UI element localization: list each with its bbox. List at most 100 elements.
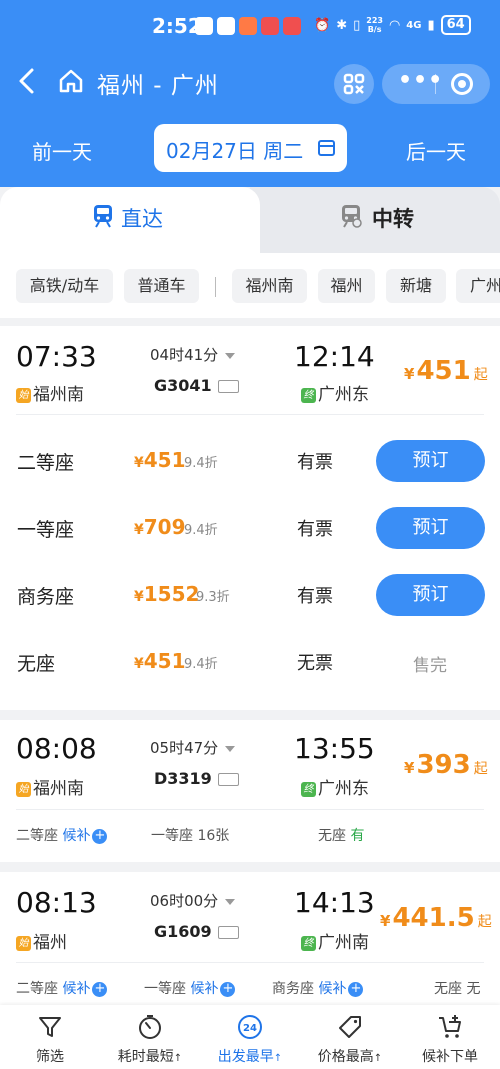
departure-station: 始福州南 bbox=[16, 380, 84, 405]
scan-icon bbox=[343, 73, 365, 95]
network-speed: 223 B/s bbox=[366, 16, 383, 34]
seat-summary: 二等座 候补 + bbox=[16, 825, 108, 845]
seat-summary: 一等座 候补 + bbox=[144, 978, 236, 998]
seat-map-icon bbox=[217, 926, 239, 939]
train-card[interactable]: 08:13 06时00分 G1609 14:13 始福州 终广州南 ¥441.5… bbox=[0, 872, 500, 1005]
lowest-price: ¥393 起 bbox=[404, 750, 488, 780]
seat-row-first-class: 一等座 ¥709 9.4折 有票 预订 bbox=[0, 503, 500, 553]
nav-waitlist-order[interactable]: 候补下单 bbox=[400, 1005, 500, 1069]
calendar-icon bbox=[318, 140, 335, 156]
cart-add-icon bbox=[439, 1015, 461, 1038]
signal-icon: ▮ bbox=[427, 17, 435, 33]
duration[interactable]: 05时47分 bbox=[150, 737, 235, 758]
departure-time: 08:13 bbox=[16, 886, 97, 919]
arrival-time: 14:13 bbox=[294, 886, 375, 919]
waitlist-add-icon[interactable]: + bbox=[348, 982, 364, 997]
next-day-button[interactable]: 后一天 bbox=[406, 136, 466, 165]
book-button[interactable]: 预订 bbox=[376, 507, 485, 549]
end-badge: 终 bbox=[301, 936, 316, 951]
clock-24-icon: 24 bbox=[238, 1015, 262, 1039]
seat-name: 一等座 bbox=[17, 519, 75, 541]
chip-fuzhou-south[interactable]: 福州南 bbox=[232, 269, 307, 303]
home-icon[interactable] bbox=[58, 68, 84, 94]
chip-regular[interactable]: 普通车 bbox=[124, 269, 199, 303]
tab-transfer[interactable]: 中转 bbox=[250, 187, 500, 253]
seat-summary: 一等座 16张 bbox=[151, 828, 230, 844]
duration[interactable]: 06时00分 bbox=[150, 890, 235, 911]
waitlist-add-icon[interactable]: + bbox=[220, 982, 236, 997]
date-picker[interactable]: 02月27日 周二 bbox=[154, 124, 347, 172]
chip-divider bbox=[215, 277, 216, 297]
notification-icons bbox=[195, 17, 301, 35]
departure-time: 08:08 bbox=[16, 732, 97, 765]
scan-button[interactable] bbox=[334, 64, 374, 104]
lowest-price: ¥441.5 起 bbox=[380, 903, 492, 933]
seat-row-second-class: 二等座 ¥451 9.4折 有票 预订 bbox=[0, 436, 500, 486]
start-badge: 始 bbox=[16, 388, 31, 403]
battery-indicator: 64 bbox=[440, 15, 471, 35]
seat-availability: 无票 bbox=[297, 653, 333, 674]
duration[interactable]: 04时41分 bbox=[150, 344, 235, 365]
wifi-icon: ◠ bbox=[388, 17, 401, 33]
seat-availability: 有票 bbox=[297, 519, 333, 540]
alarm-icon: ⏰ bbox=[314, 17, 331, 33]
seat-map-icon bbox=[217, 773, 239, 786]
seat-map-icon bbox=[217, 380, 239, 393]
chip-fuzhou[interactable]: 福州 bbox=[318, 269, 375, 303]
seat-discount: 9.4折 bbox=[184, 456, 218, 471]
seat-price: ¥1552 bbox=[134, 582, 200, 606]
train-number: G3041 bbox=[154, 376, 239, 395]
nav-label: 筛选 bbox=[36, 1049, 64, 1065]
book-button[interactable]: 预订 bbox=[376, 440, 485, 482]
bottom-nav: 筛选 耗时最短↑ 24 出发最早↑ 价格最高↑ 候补下单 bbox=[0, 1005, 500, 1069]
back-icon[interactable] bbox=[14, 66, 40, 96]
nav-shortest-duration[interactable]: 耗时最短↑ bbox=[100, 1005, 200, 1069]
card-divider bbox=[16, 809, 484, 810]
seat-price: ¥451 bbox=[134, 649, 186, 673]
route-title: 福州 - 广州 bbox=[97, 73, 219, 99]
more-icon[interactable]: ••• bbox=[398, 68, 443, 93]
arrival-station: 终广州东 bbox=[301, 774, 369, 799]
tiktok-icon bbox=[217, 17, 235, 35]
capsule-divider bbox=[435, 74, 436, 94]
route-tabs: 中转 直达 bbox=[0, 187, 500, 253]
card-divider bbox=[16, 962, 484, 963]
tab-transfer-label: 中转 bbox=[372, 207, 414, 231]
seat-name: 二等座 bbox=[17, 452, 75, 474]
seat-name: 商务座 bbox=[17, 586, 75, 608]
chip-high-speed[interactable]: 高铁/动车 bbox=[16, 269, 113, 303]
nav-label: 耗时最短↑ bbox=[117, 1049, 183, 1065]
chip-guangzhou[interactable]: 广州 bbox=[456, 269, 500, 303]
book-button[interactable]: 预订 bbox=[376, 574, 485, 616]
seat-summary: 二等座 候补 + bbox=[16, 978, 108, 998]
train-card[interactable]: 08:08 05时47分 D3319 13:55 始福州南 终广州东 ¥393 起… bbox=[0, 720, 500, 862]
seat-discount: 9.3折 bbox=[196, 590, 230, 605]
waitlist-add-icon[interactable]: + bbox=[92, 829, 108, 844]
nav-highest-price[interactable]: 价格最高↑ bbox=[300, 1005, 400, 1069]
prev-day-button[interactable]: 前一天 bbox=[32, 136, 92, 165]
nav-filter[interactable]: 筛选 bbox=[0, 1005, 100, 1069]
departure-time: 07:33 bbox=[16, 340, 97, 373]
departure-station: 始福州 bbox=[16, 928, 67, 953]
seat-price: ¥451 bbox=[134, 448, 186, 472]
nav-earliest-departure[interactable]: 24 出发最早↑ bbox=[200, 1005, 300, 1069]
close-miniapp-icon[interactable] bbox=[451, 73, 473, 95]
nav-label: 价格最高↑ bbox=[317, 1049, 383, 1065]
seat-discount: 9.4折 bbox=[184, 523, 218, 538]
arrival-time: 12:14 bbox=[294, 340, 375, 373]
app-notification-icon bbox=[239, 17, 257, 35]
chip-xintang[interactable]: 新塘 bbox=[386, 269, 446, 303]
tab-direct-label: 直达 bbox=[121, 207, 163, 231]
arrival-station: 终广州东 bbox=[301, 380, 369, 405]
train-card[interactable]: 07:33 04时41分 G3041 12:14 始福州南 终广州东 ¥451 起… bbox=[0, 326, 500, 710]
waitlist-add-icon[interactable]: + bbox=[92, 982, 108, 997]
seat-summary: 无座 无 bbox=[434, 981, 481, 997]
tab-direct[interactable]: 直达 bbox=[0, 187, 260, 253]
network-type: 4G bbox=[406, 19, 422, 31]
clock-24-icon-number: 24 bbox=[243, 1023, 257, 1034]
start-badge: 始 bbox=[16, 936, 31, 951]
seat-name: 无座 bbox=[17, 653, 56, 675]
seat-availability: 有票 bbox=[297, 586, 333, 607]
train-icon bbox=[94, 205, 112, 228]
seat-summary: 无座 有 bbox=[318, 828, 365, 844]
